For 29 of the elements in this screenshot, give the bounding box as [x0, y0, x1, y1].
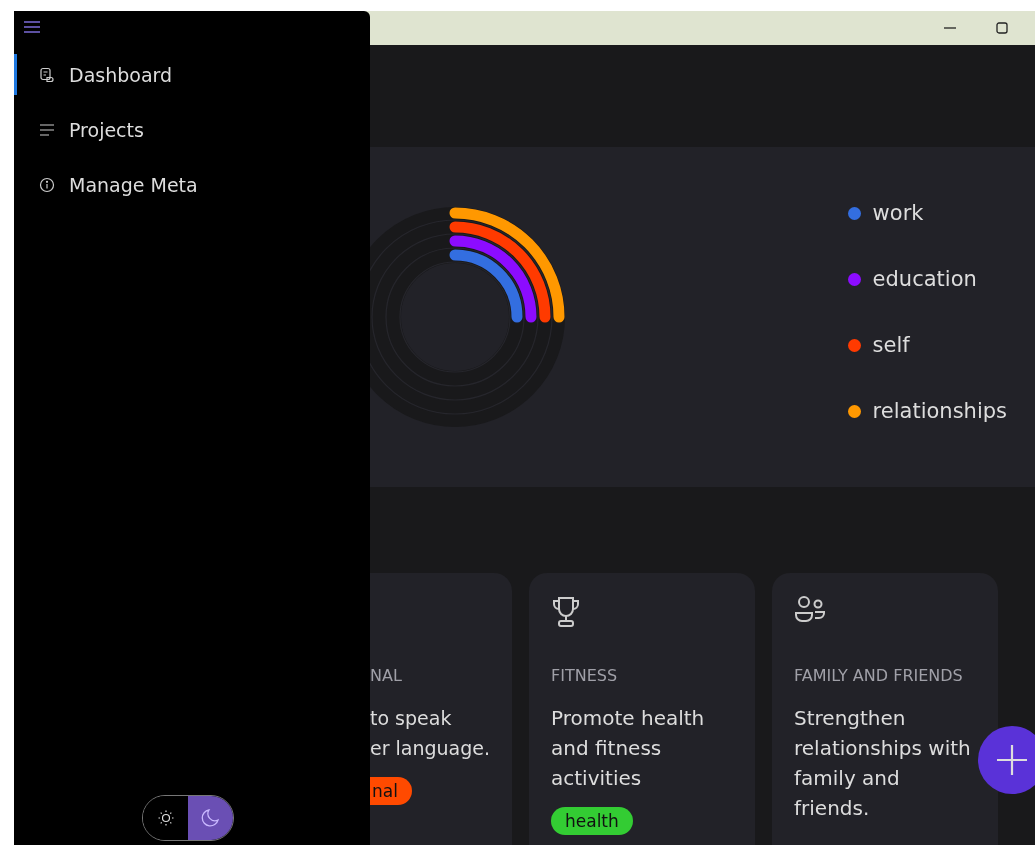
- nav-item[interactable]: Projects: [14, 109, 370, 150]
- list-icon: [39, 122, 55, 137]
- sun-icon: [156, 809, 175, 827]
- nav-item[interactable]: Manage Meta: [14, 164, 370, 205]
- legend-label: relationships: [872, 398, 1007, 425]
- plus-icon: [994, 742, 1030, 778]
- card-description: to speak er language.: [370, 706, 492, 761]
- card-category: FITNESS: [551, 665, 619, 687]
- legend-label: work: [872, 200, 924, 227]
- card-description: Promote health and fitness activities: [551, 705, 706, 792]
- legend-label: education: [872, 266, 977, 293]
- dark-mode-button[interactable]: [188, 796, 233, 840]
- maximize-icon: [995, 21, 1009, 35]
- nav-item[interactable]: Dashboard: [14, 54, 370, 95]
- tag-label: nal: [370, 777, 412, 805]
- info-icon: [39, 176, 55, 193]
- goal-card[interactable]: FAMILY AND FRIENDS Strengthen relationships with family and friends.: [772, 573, 998, 845]
- dashboard-icon: [39, 66, 55, 83]
- legend-label: self: [872, 332, 910, 359]
- menu-icon: [23, 20, 41, 34]
- people-icon: [794, 595, 828, 623]
- trophy-icon: [551, 595, 581, 629]
- card-category: FAMILY AND FRIENDS: [794, 665, 964, 687]
- moon-icon: [200, 808, 221, 828]
- card-category: NAL: [370, 665, 403, 687]
- goal-card[interactable]: NAL to speak er language. nal: [370, 573, 512, 845]
- tag-label: health: [551, 807, 633, 835]
- card-description: Strengthen relationships with family and friends.: [794, 705, 972, 822]
- goal-card[interactable]: FITNESS Promote health and fitness activities health: [529, 573, 755, 845]
